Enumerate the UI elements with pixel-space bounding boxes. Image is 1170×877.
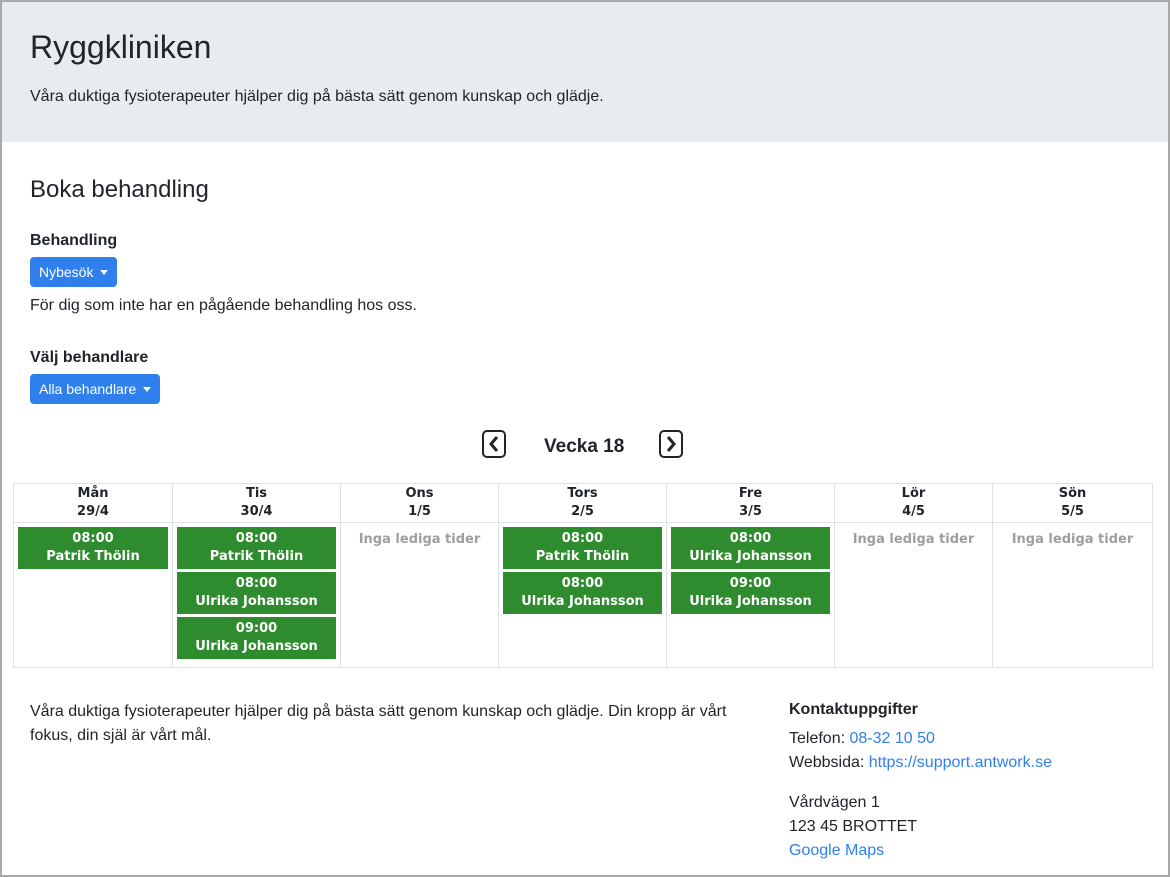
day-date: 5/5 (1061, 504, 1084, 519)
day-header: Lör 4/5 (834, 483, 993, 523)
slot-practitioner: Patrik Thölin (209, 549, 304, 564)
time-slot[interactable]: 09:00 Ulrika Johansson (177, 617, 336, 659)
website-label: Webbsida: (789, 754, 865, 771)
slot-practitioner: Patrik Thölin (535, 549, 630, 564)
day-header: Ons 1/5 (340, 483, 499, 523)
day-date: 3/5 (739, 504, 762, 519)
treatment-dropdown[interactable]: Nybesök (30, 257, 118, 287)
time-slot[interactable]: 08:00 Patrik Thölin (177, 527, 336, 569)
day-slots-cell: 08:00 Patrik Thölin (13, 522, 173, 668)
week-navigation: Vecka 18 (0, 430, 1170, 464)
day-header: Tors 2/5 (498, 483, 667, 523)
day-name: Lör (901, 486, 926, 501)
day-name: Ons (405, 486, 434, 501)
day-date: 29/4 (77, 504, 109, 519)
day-date: 4/5 (902, 504, 925, 519)
booking-heading: Boka behandling (30, 176, 209, 203)
slot-time: 08:00 (561, 576, 604, 591)
day-slots-cell: 08:00 Patrik Thölin 08:00 Ulrika Johansson (498, 522, 667, 668)
website-link[interactable]: https://support.antwork.se (869, 754, 1052, 771)
no-slots-text: Inga lediga tider (1011, 532, 1134, 547)
calendar-slots-row: 08:00 Patrik Thölin 08:00 Patrik Thölin 08:0… (13, 522, 1153, 668)
day-slots-cell: Inga lediga tider (834, 522, 993, 668)
time-slot[interactable]: 08:00 Ulrika Johansson (671, 527, 830, 569)
caret-down-icon (100, 269, 109, 275)
time-slot[interactable]: 08:00 Patrik Thölin (18, 527, 168, 569)
main-content: Boka behandling Behandling Nybesök För d… (2, 176, 1168, 404)
website-row: Webbsida: https://support.antwork.se (789, 751, 1052, 775)
slot-time: 08:00 (561, 531, 604, 546)
calendar-header-row: Mån 29/4 Tis 30/4 Ons 1/5 Tors 2/5 Fre 3/5 Lör 4/5 S… (13, 483, 1153, 523)
day-slots-cell: 08:00 Patrik Thölin 08:00 Ulrika Johansson 0… (172, 522, 341, 668)
treatment-label: Behandling (30, 232, 118, 249)
day-name: Sön (1058, 486, 1087, 501)
time-slot[interactable]: 09:00 Ulrika Johansson (671, 572, 830, 614)
slot-practitioner: Ulrika Johansson (195, 639, 318, 654)
day-name: Tors (567, 486, 598, 501)
day-slots-cell: Inga lediga tider (992, 522, 1153, 668)
slot-practitioner: Ulrika Johansson (689, 549, 812, 564)
day-header: Sön 5/5 (992, 483, 1153, 523)
page-subtitle: Våra duktiga fysioterapeuter hjälper dig… (30, 88, 604, 105)
slot-time: 08:00 (235, 576, 278, 591)
day-name: Fre (738, 486, 763, 501)
treatment-dropdown-label: Nybesök (39, 264, 94, 280)
contact-info: Kontaktuppgifter Telefon: 08-32 10 50 We… (789, 698, 1052, 863)
day-slots-cell: Inga lediga tider (340, 522, 499, 668)
time-slot[interactable]: 08:00 Ulrika Johansson (177, 572, 336, 614)
day-date: 2/5 (571, 504, 594, 519)
practitioner-dropdown-label: Alla behandlare (39, 381, 137, 397)
chevron-left-icon (489, 436, 499, 452)
footer-about: Våra duktiga fysioterapeuter hjälper dig… (30, 703, 727, 744)
caret-down-icon (143, 386, 152, 392)
previous-week-button[interactable] (482, 430, 506, 458)
slot-time: 09:00 (235, 621, 278, 636)
slot-practitioner: Ulrika Johansson (195, 594, 318, 609)
slot-practitioner: Ulrika Johansson (689, 594, 812, 609)
slot-time: 08:00 (72, 531, 114, 546)
phone-link[interactable]: 08-32 10 50 (850, 730, 935, 747)
slot-practitioner: Patrik Thölin (46, 549, 140, 564)
chevron-right-icon (666, 436, 676, 452)
week-label: Vecka 18 (544, 436, 625, 457)
day-header: Mån 29/4 (13, 483, 173, 523)
google-maps-link[interactable]: Google Maps (789, 842, 884, 859)
page-title: Ryggkliniken (30, 29, 212, 65)
slot-time: 08:00 (729, 531, 772, 546)
treatment-description: För dig som inte har en pågående behandl… (30, 297, 417, 314)
no-slots-text: Inga lediga tider (358, 532, 481, 547)
phone-row: Telefon: 08-32 10 50 (789, 727, 1052, 751)
slot-time: 08:00 (235, 531, 278, 546)
slot-practitioner: Ulrika Johansson (521, 594, 644, 609)
day-header: Fre 3/5 (666, 483, 835, 523)
address-line-2: 123 45 BROTTET (789, 818, 918, 835)
day-name: Tis (245, 486, 268, 501)
practitioner-label: Välj behandlare (30, 349, 149, 366)
phone-label: Telefon: (789, 730, 846, 747)
week-calendar: Mån 29/4 Tis 30/4 Ons 1/5 Tors 2/5 Fre 3/5 Lör 4/5 S… (13, 483, 1153, 668)
day-date: 1/5 (408, 504, 431, 519)
address-line-1: Vårdvägen 1 (789, 794, 880, 811)
practitioner-dropdown[interactable]: Alla behandlare (30, 374, 161, 404)
day-name: Mån (77, 486, 109, 501)
time-slot[interactable]: 08:00 Patrik Thölin (503, 527, 662, 569)
slot-time: 09:00 (729, 576, 772, 591)
no-slots-text: Inga lediga tider (852, 532, 975, 547)
time-slot[interactable]: 08:00 Ulrika Johansson (503, 572, 662, 614)
contact-heading: Kontaktuppgifter (789, 701, 918, 718)
day-date: 30/4 (240, 504, 273, 519)
header-banner: Ryggkliniken Våra duktiga fysioterapeute… (2, 2, 1168, 142)
next-week-button[interactable] (659, 430, 683, 458)
day-slots-cell: 08:00 Ulrika Johansson 09:00 Ulrika Johanss… (666, 522, 835, 668)
day-header: Tis 30/4 (172, 483, 341, 523)
